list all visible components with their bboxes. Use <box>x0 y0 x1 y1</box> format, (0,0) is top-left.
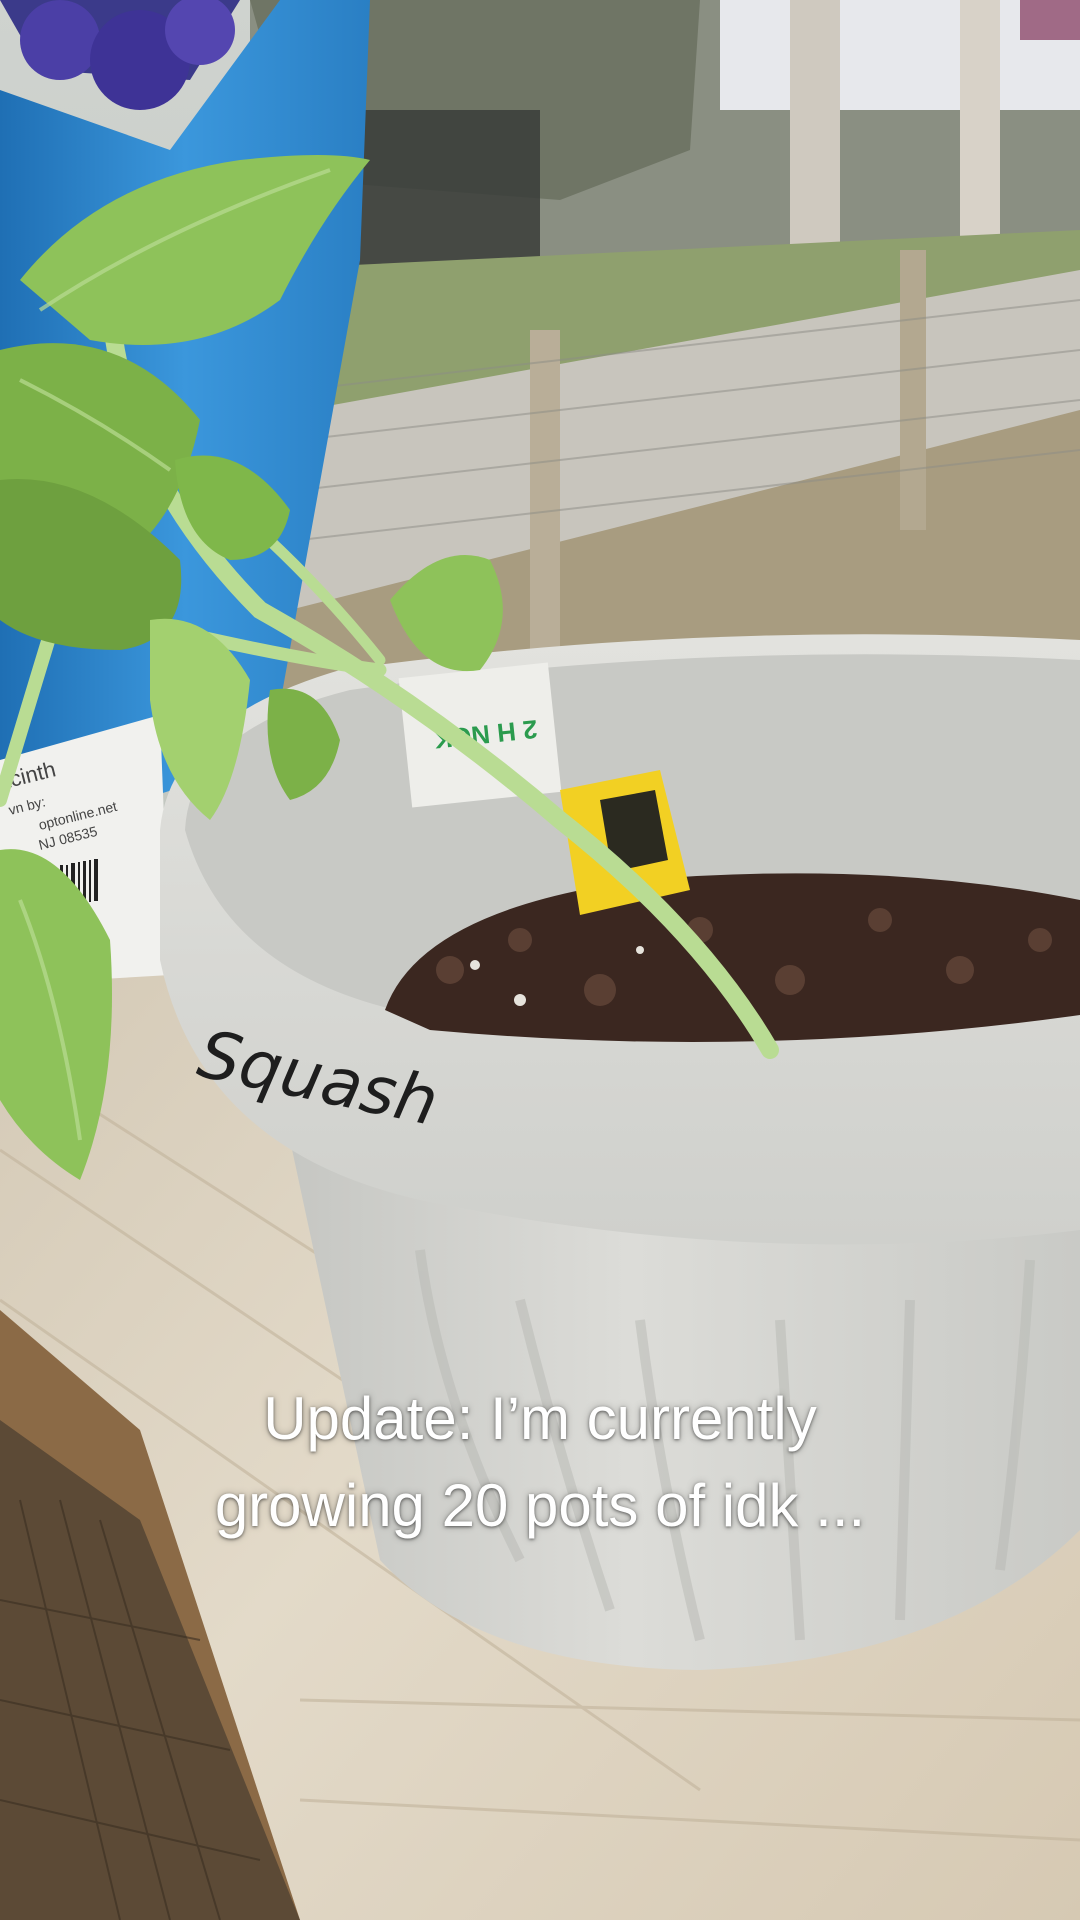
caption-line-2: growing 20 pots of idk ... <box>214 1472 866 1539</box>
caption-line-1: Update: I’m currently <box>263 1385 817 1452</box>
video-frame: acinth vn by: optonline.net NJ 08535 2 H… <box>0 0 1080 1920</box>
squash-pot-photo: acinth vn by: optonline.net NJ 08535 2 H… <box>0 0 1080 1920</box>
